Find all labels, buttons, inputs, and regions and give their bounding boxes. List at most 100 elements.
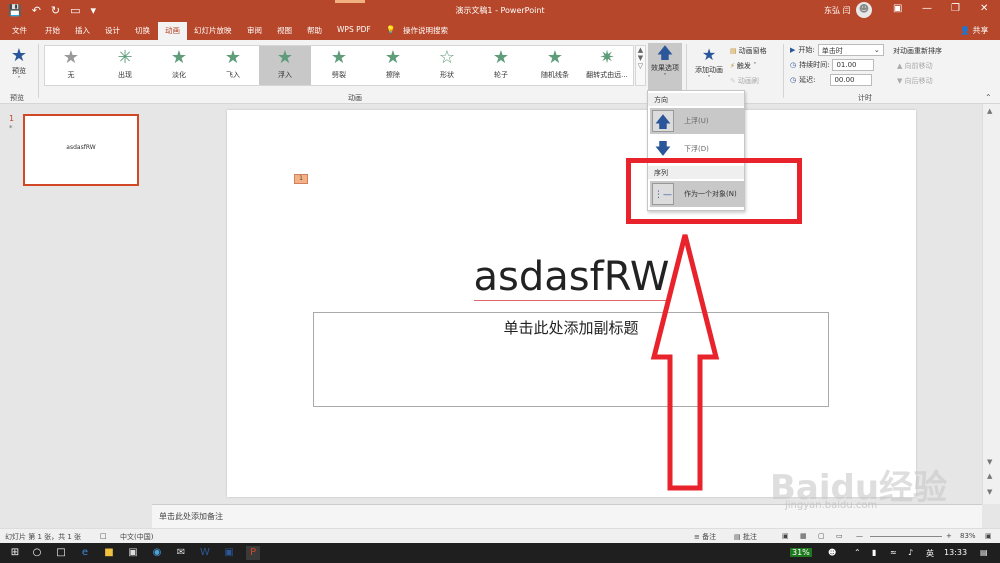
clock[interactable]: 13:33 <box>944 548 967 557</box>
minimize-icon[interactable]: — <box>922 3 932 14</box>
language[interactable]: 中文(中国) <box>120 532 153 542</box>
tab-animations[interactable]: 动画 <box>158 22 187 40</box>
move-earlier-button[interactable]: ▲ 向前移动 <box>897 61 933 71</box>
anim-shape[interactable]: ☆ 形状 <box>421 46 473 85</box>
network-icon[interactable]: ≈ <box>890 548 897 557</box>
pointer-arrow <box>650 234 720 491</box>
zoom-out-icon[interactable]: — <box>856 532 863 540</box>
tell-me-search[interactable]: 操作说明搜索 <box>403 25 448 36</box>
share-button[interactable]: 👤 共享 <box>960 25 989 36</box>
slide-title[interactable]: asdasfRW <box>227 254 916 301</box>
chevron-down-icon[interactable]: ▼ <box>636 54 645 62</box>
people-icon[interactable]: ☻ <box>828 548 836 557</box>
zoom-slider[interactable] <box>870 536 942 537</box>
normal-view-icon[interactable]: ▣ <box>782 532 789 540</box>
add-animation-button[interactable]: ★ 添加动画 ˇ <box>690 45 728 83</box>
collapse-ribbon-icon[interactable]: ⌃ <box>985 93 992 102</box>
animation-painter-button[interactable]: ✎ 动画刷 <box>730 76 759 86</box>
zoom-in-icon[interactable]: + <box>946 532 952 540</box>
anim-split[interactable]: ★ 劈裂 <box>313 46 365 85</box>
move-later-button[interactable]: ▼ 向后移动 <box>897 76 933 86</box>
tab-home[interactable]: 开始 <box>45 25 60 36</box>
direction-header: 方向 <box>648 93 744 106</box>
tab-file[interactable]: 文件 <box>12 25 27 36</box>
start-select[interactable]: 单击时 ⌄ <box>817 44 884 56</box>
mail-icon[interactable]: ✉ <box>174 546 188 560</box>
anim-none[interactable]: ★ 无 <box>45 46 97 85</box>
avatar[interactable]: ☻ <box>856 2 872 18</box>
battery-icon[interactable]: ▮ <box>872 548 876 557</box>
anim-fade[interactable]: ★ 淡化 <box>153 46 205 85</box>
slideshow-icon[interactable]: ▭ <box>836 532 843 540</box>
notes-button[interactable]: ≡ 备注 <box>694 532 716 542</box>
reading-view-icon[interactable]: ▢ <box>818 532 825 540</box>
tab-view[interactable]: 视图 <box>277 25 292 36</box>
search-icon[interactable]: ○ <box>30 546 44 560</box>
save-icon[interactable]: 💾 <box>8 4 22 17</box>
file-explorer-icon[interactable]: ■ <box>102 546 116 560</box>
word-icon[interactable]: W <box>198 546 212 560</box>
tab-design[interactable]: 设计 <box>105 25 120 36</box>
ime-indicator[interactable]: 英 <box>926 548 934 559</box>
scroll-down-icon[interactable]: ▼ <box>987 458 992 466</box>
tab-insert[interactable]: 插入 <box>75 25 90 36</box>
volume-icon[interactable]: ♪ <box>908 548 913 557</box>
delay-input[interactable]: 00.00 <box>830 74 873 86</box>
animation-pane-button[interactable]: ▤ 动画窗格 <box>730 46 767 56</box>
accessibility-icon[interactable]: □ <box>100 532 107 540</box>
chevron-up-icon[interactable]: ▲ <box>636 46 645 54</box>
tab-transitions[interactable]: 切换 <box>135 25 150 36</box>
slide-sorter-icon[interactable]: ▦ <box>800 532 807 540</box>
redo-icon[interactable]: ↻ <box>51 4 60 17</box>
slide[interactable]: 1 asdasfRW 单击此处添加副标题 <box>227 110 916 497</box>
clock-icon: ◷ <box>790 61 797 69</box>
edge-icon[interactable]: e <box>78 546 92 560</box>
trigger-button[interactable]: ⚡ 触发 ˇ <box>730 61 757 71</box>
powerpoint-icon[interactable]: P <box>246 546 260 560</box>
anim-float-in[interactable]: ★ 浮入 <box>259 46 311 85</box>
customize-toolbar-icon[interactable]: ▾ <box>91 4 97 17</box>
previous-slide-icon[interactable]: ▲ <box>987 472 992 480</box>
delay-value: 00.00 <box>834 76 855 84</box>
anim-wheel[interactable]: ★ 轮子 <box>475 46 527 85</box>
user-name[interactable]: 东弘 闫 <box>824 5 851 16</box>
tab-wps-pdf[interactable]: WPS PDF <box>337 25 371 34</box>
ribbon-display-options-icon[interactable]: ▣ <box>893 3 902 14</box>
browser-icon[interactable]: ◉ <box>150 546 164 560</box>
comments-button[interactable]: ▤ 批注 <box>734 532 757 542</box>
anim-appear[interactable]: ✳ 出现 <box>99 46 151 85</box>
close-icon[interactable]: ✕ <box>980 3 988 14</box>
effect-options-button[interactable]: 🡅 效果选项 ˇ <box>648 43 682 91</box>
undo-icon[interactable]: ↶ <box>32 4 41 17</box>
tab-help[interactable]: 帮助 <box>307 25 322 36</box>
tab-review[interactable]: 审阅 <box>247 25 262 36</box>
store-icon[interactable]: ▣ <box>126 546 140 560</box>
fit-slide-icon[interactable]: ▣ <box>985 532 992 540</box>
lightbulb-icon[interactable]: 💡 <box>386 25 395 34</box>
anim-wipe[interactable]: ★ 擦除 <box>367 46 419 85</box>
subtitle-placeholder[interactable]: 单击此处添加副标题 <box>313 312 829 407</box>
anim-fly-in[interactable]: ★ 飞入 <box>207 46 259 85</box>
vertical-scrollbar[interactable]: ▲ ▼ ▲ ▼ <box>982 104 1000 504</box>
app-icon[interactable]: ▣ <box>222 546 236 560</box>
float-up-option[interactable]: 🡅 上浮(U) <box>650 108 744 134</box>
zoom-level[interactable]: 83% <box>960 532 976 540</box>
notification-icon[interactable]: ▤ <box>980 548 988 557</box>
tab-slideshow[interactable]: 幻灯片放映 <box>194 25 232 36</box>
animation-order-tag[interactable]: 1 <box>294 174 308 184</box>
task-view-icon[interactable]: □ <box>54 546 68 560</box>
gallery-scroll[interactable]: ▲ ▼ ▽ <box>635 45 646 86</box>
restore-icon[interactable]: ❐ <box>951 3 960 14</box>
windows-start-icon[interactable]: ⊞ <box>8 546 22 560</box>
preview-button[interactable]: ★ 预览 ˇ <box>6 46 32 85</box>
gallery-more-icon[interactable]: ▽ <box>636 62 645 70</box>
next-slide-icon[interactable]: ▼ <box>987 488 992 496</box>
slide-thumbnail[interactable]: asdasfRW <box>23 114 139 186</box>
anim-grow-turn[interactable]: ✷ 翻转式由远... <box>581 46 633 85</box>
anim-random-bars[interactable]: ★ 随机线条 <box>529 46 581 85</box>
battery-indicator[interactable]: 31% <box>790 548 812 557</box>
chevron-up-icon[interactable]: ⌃ <box>854 548 861 557</box>
present-icon[interactable]: ▭ <box>70 4 80 17</box>
scroll-up-icon[interactable]: ▲ <box>987 107 992 115</box>
duration-input[interactable]: 01.00 <box>832 59 875 71</box>
